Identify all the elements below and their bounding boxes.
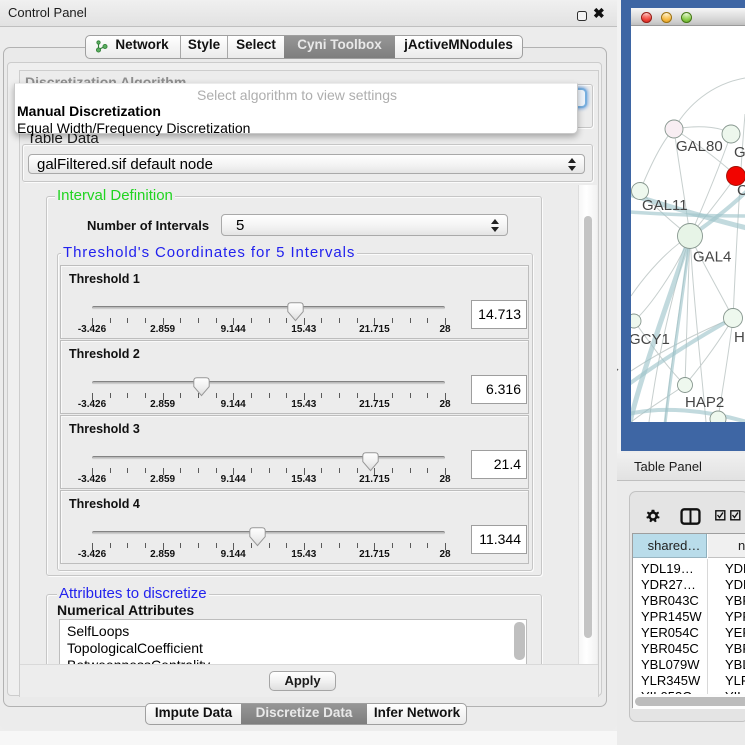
- svg-text:CD: CD: [737, 182, 745, 199]
- svg-text:GAL4: GAL4: [693, 249, 731, 266]
- svg-text:GAL80: GAL80: [676, 138, 723, 155]
- svg-text:HIS4: HIS4: [734, 329, 745, 346]
- svg-text:GAL: GAL: [734, 144, 745, 161]
- svg-text:GAL11: GAL11: [642, 197, 688, 214]
- svg-text:HAP2: HAP2: [685, 394, 724, 411]
- svg-text:GCY1: GCY1: [631, 331, 670, 348]
